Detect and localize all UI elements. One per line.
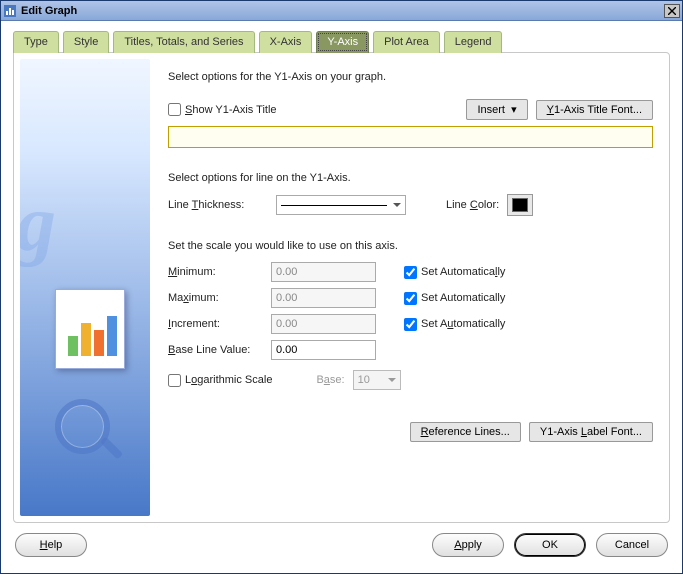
line-thickness-select[interactable]: [276, 195, 406, 215]
help-button[interactable]: Help: [15, 533, 87, 557]
max-auto-input[interactable]: [404, 292, 417, 305]
close-icon: [668, 7, 676, 15]
edit-graph-dialog: Edit Graph Type Style Titles, Totals, an…: [0, 0, 683, 574]
insert-button[interactable]: Insert ▾: [466, 99, 527, 120]
ok-button[interactable]: OK: [514, 533, 586, 557]
apply-button[interactable]: Apply: [432, 533, 504, 557]
baseline-input[interactable]: [271, 340, 376, 360]
log-base-label: Base:: [316, 374, 344, 386]
min-auto-input[interactable]: [404, 266, 417, 279]
log-scale-label: Logarithmic Scale: [185, 374, 272, 386]
scale-intro-text: Set the scale you would like to use on t…: [168, 240, 653, 252]
inc-auto-input[interactable]: [404, 318, 417, 331]
magnifier-icon: [55, 399, 110, 454]
y1-label-font-button[interactable]: Y1-Axis Label Font...: [529, 422, 653, 442]
inc-auto-checkbox[interactable]: Set Automatically: [404, 318, 505, 331]
baseline-label: Base Line Value:: [168, 344, 263, 356]
dialog-body: Type Style Titles, Totals, and Series X-…: [1, 21, 682, 523]
reference-lines-button[interactable]: Reference Lines...: [410, 422, 521, 442]
tab-y-axis[interactable]: Y-Axis: [316, 31, 369, 53]
tab-bar: Type Style Titles, Totals, and Series X-…: [13, 31, 670, 53]
log-scale-input[interactable]: [168, 374, 181, 387]
line-thickness-label: Line Thickness:: [168, 199, 268, 211]
max-auto-checkbox[interactable]: Set Automatically: [404, 292, 505, 305]
tab-legend[interactable]: Legend: [444, 31, 503, 53]
color-swatch-icon: [512, 198, 528, 212]
inc-auto-label: Set Automatically: [421, 318, 505, 330]
tab-type[interactable]: Type: [13, 31, 59, 53]
increment-input: [271, 314, 376, 334]
show-y1-title-input[interactable]: [168, 103, 181, 116]
sidebar-illustration: g: [20, 59, 150, 516]
increment-label: Increment:: [168, 318, 263, 330]
max-auto-label: Set Automatically: [421, 292, 505, 304]
tab-titles-totals-series[interactable]: Titles, Totals, and Series: [113, 31, 254, 53]
maximum-label: Maximum:: [168, 292, 263, 304]
app-icon: [3, 4, 17, 18]
line-intro-text: Select options for line on the Y1-Axis.: [168, 172, 653, 184]
minimum-label: Minimum:: [168, 266, 263, 278]
tab-x-axis[interactable]: X-Axis: [259, 31, 313, 53]
show-y1-title-label: Show Y1-Axis Title: [185, 104, 277, 116]
show-y1-title-checkbox[interactable]: Show Y1-Axis Title: [168, 103, 277, 116]
line-color-label: Line Color:: [446, 199, 499, 211]
maximum-input: [271, 288, 376, 308]
log-scale-checkbox[interactable]: Logarithmic Scale: [168, 374, 272, 387]
y1-title-font-button[interactable]: Y1-Axis Title Font...: [536, 100, 653, 120]
titlebar: Edit Graph: [1, 1, 682, 21]
line-color-button[interactable]: [507, 194, 533, 216]
y-axis-form: Select options for the Y1-Axis on your g…: [150, 59, 663, 516]
min-auto-label: Set Automatically: [421, 266, 505, 278]
tab-panel-y-axis: g Select options for the Y1-Axis on your…: [13, 52, 670, 523]
min-auto-checkbox[interactable]: Set Automatically: [404, 266, 505, 279]
y1-title-input[interactable]: [168, 126, 653, 148]
dialog-button-bar: Help Apply OK Cancel: [1, 523, 682, 573]
log-base-select: 10: [353, 370, 401, 390]
minimum-input: [271, 262, 376, 282]
cancel-button[interactable]: Cancel: [596, 533, 668, 557]
log-base-value: 10: [358, 374, 370, 386]
line-sample-icon: [281, 205, 387, 206]
close-button[interactable]: [664, 4, 680, 18]
tab-plot-area[interactable]: Plot Area: [373, 31, 440, 53]
window-title: Edit Graph: [21, 5, 77, 17]
tab-style[interactable]: Style: [63, 31, 109, 53]
y1-intro-text: Select options for the Y1-Axis on your g…: [168, 71, 653, 83]
